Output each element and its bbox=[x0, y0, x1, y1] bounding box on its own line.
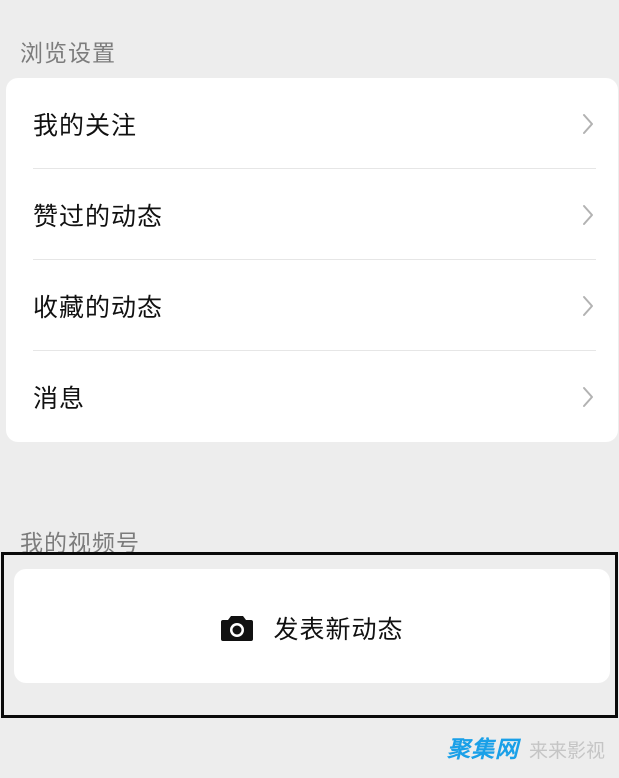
post-button-content: 发表新动态 bbox=[14, 610, 610, 644]
highlight-frame: 发表新动态 bbox=[1, 552, 618, 718]
watermark-logo: 聚集网 bbox=[446, 737, 519, 763]
browse-settings-card: 我的关注 赞过的动态 收藏的动态 消息 bbox=[6, 78, 618, 442]
post-button-label: 发表新动态 bbox=[273, 615, 404, 644]
menu-item-label: 我的关注 bbox=[33, 111, 138, 140]
chevron-right-icon bbox=[583, 296, 593, 316]
menu-item-label: 赞过的动态 bbox=[33, 202, 164, 231]
browse-settings-title: 浏览设置 bbox=[20, 41, 116, 67]
menu-item-label: 收藏的动态 bbox=[33, 293, 164, 322]
chevron-right-icon bbox=[583, 387, 593, 407]
menu-item-following[interactable]: 我的关注 bbox=[6, 78, 618, 169]
chevron-right-icon bbox=[583, 205, 593, 225]
post-new-moment-button[interactable]: 发表新动态 bbox=[14, 569, 610, 683]
menu-item-label: 消息 bbox=[33, 384, 86, 413]
watermark: 聚集网 来来影视 bbox=[447, 730, 605, 764]
watermark-text: 来来影视 bbox=[528, 740, 605, 762]
menu-item-messages[interactable]: 消息 bbox=[6, 351, 618, 442]
screen: 浏览设置 我的关注 赞过的动态 收藏的动态 消息 我的视频号 发表新动态 聚集网… bbox=[0, 0, 619, 778]
menu-item-liked-posts[interactable]: 赞过的动态 bbox=[6, 169, 618, 260]
menu-item-saved-posts[interactable]: 收藏的动态 bbox=[6, 260, 618, 351]
chevron-right-icon bbox=[583, 114, 593, 134]
camera-icon bbox=[221, 616, 254, 641]
